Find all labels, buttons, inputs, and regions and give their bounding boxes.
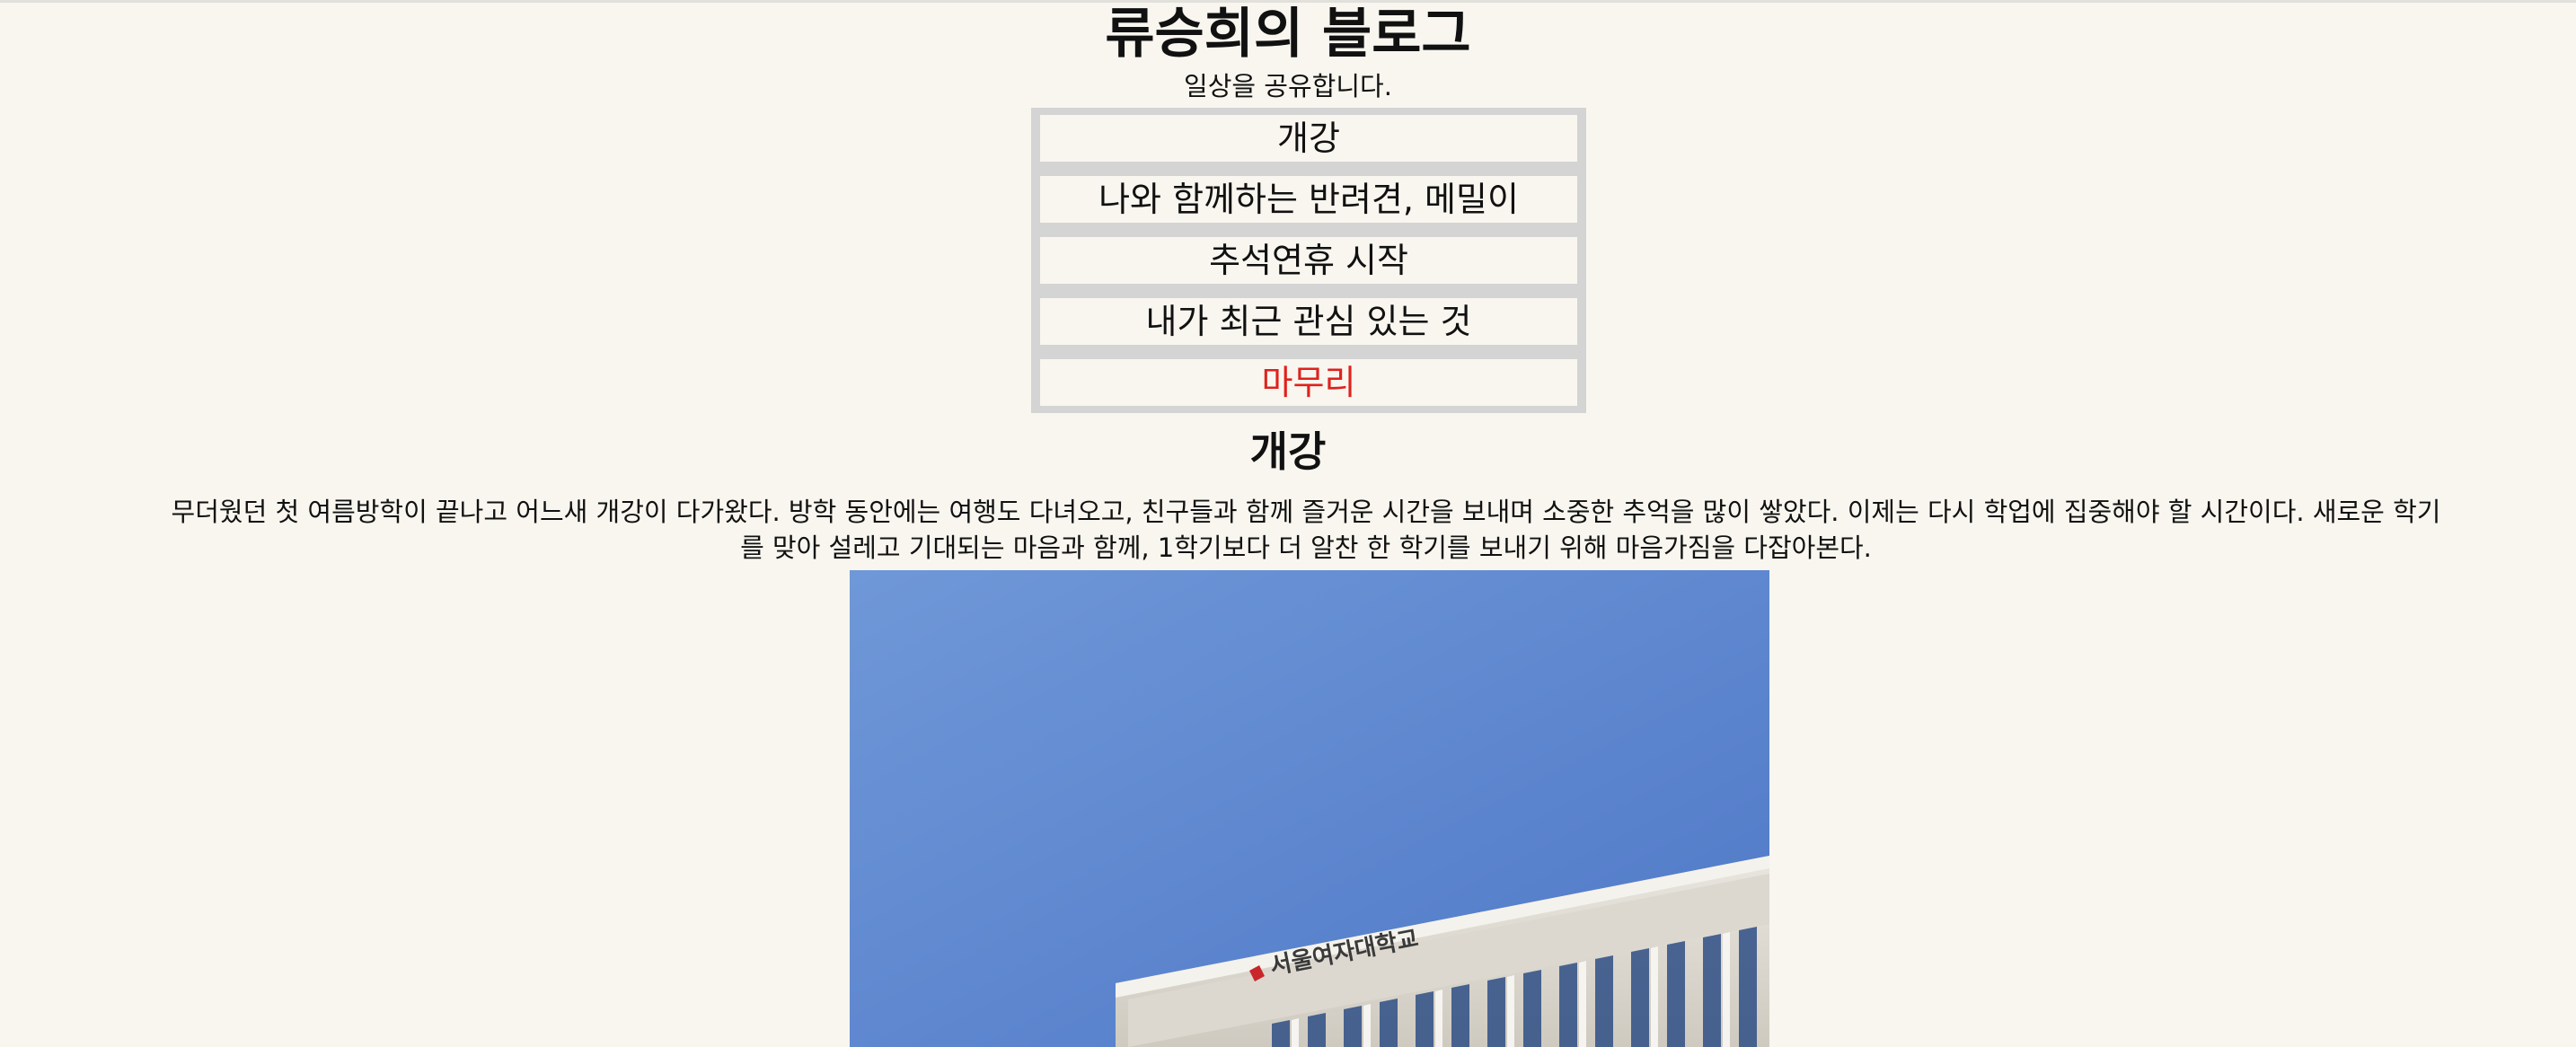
nav-item-recent-interests[interactable]: 내가 최근 관심 있는 것	[1040, 298, 1577, 345]
site-title: 류승희의 블로그	[1105, 3, 1471, 66]
nav-item-chuseok[interactable]: 추석연휴 시작	[1040, 237, 1577, 284]
nav-item-dog-memil[interactable]: 나와 함께하는 반려견, 메밀이	[1040, 176, 1577, 223]
campus-building-photo: 서울여자대학교	[850, 570, 1769, 1047]
site-subtitle: 일상을 공유합니다.	[1184, 71, 1392, 101]
section-title: 개강	[1249, 427, 1327, 476]
post-navigation: 개강 나와 함께하는 반려견, 메밀이 추석연휴 시작 내가 최근 관심 있는 …	[1031, 108, 1586, 413]
nav-item-opening[interactable]: 개강	[1040, 115, 1577, 162]
building-illustration: 서울여자대학교	[850, 570, 1769, 1047]
section-body: 무더웠던 첫 여름방학이 끝나고 어느새 개강이 다가왔다. 방학 동안에는 여…	[171, 497, 2441, 563]
nav-item-closing[interactable]: 마무리	[1040, 359, 1577, 406]
blog-page: 류승희의 블로그 일상을 공유합니다. 개강 나와 함께하는 반려견, 메밀이 …	[0, 0, 2576, 1047]
